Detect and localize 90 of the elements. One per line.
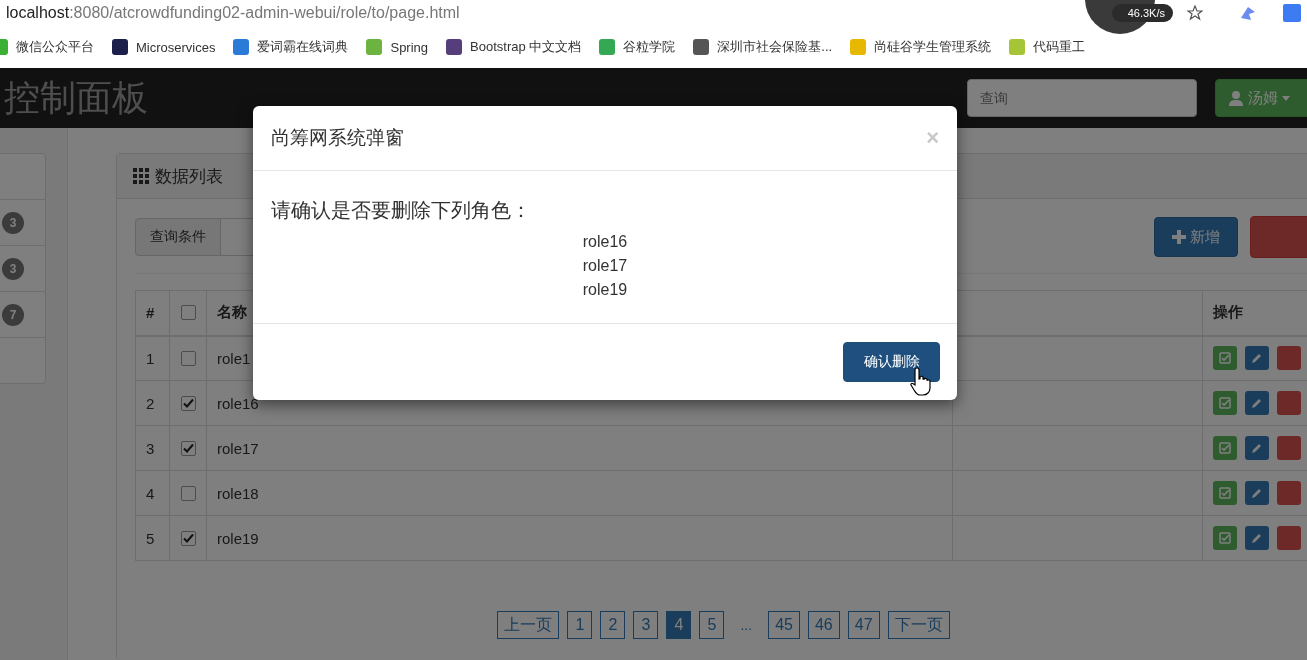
search-field[interactable]: 查询 [967,79,1197,117]
pencil-icon [1251,487,1263,499]
panel-title: 数据列表 [155,165,223,188]
column-header: 操作 [1202,290,1307,336]
table-cell: 3 [135,425,170,471]
count-badge: 3 [2,257,24,280]
bookmark-link[interactable]: 微信公众平台 [16,38,94,56]
star-icon[interactable] [1187,5,1203,21]
role-name: role17 [582,256,628,276]
edit-button[interactable] [1245,526,1269,550]
page-link[interactable]: 上一页 [497,611,560,639]
table-cell: 2 [135,380,170,426]
page-link[interactable]: 1 [567,611,593,639]
table-cell: role19 [206,515,953,561]
row-checkbox[interactable] [180,530,196,546]
close-button[interactable]: × [926,125,939,151]
page-link[interactable]: 下一页 [887,611,950,639]
checkbox-icon [1219,442,1231,454]
edit-button[interactable] [1245,436,1269,460]
query-label: 查询条件 [135,218,221,256]
checkbox-icon [1219,532,1231,544]
network-speed: 46.3K/s [1111,4,1173,22]
remove-button[interactable] [1277,391,1301,415]
check-button[interactable] [1213,346,1237,371]
grid-icon [133,168,149,184]
check-button[interactable] [1213,436,1237,460]
row-checkbox[interactable] [180,395,196,411]
bookmark-link[interactable]: 代码重工 [1033,38,1086,56]
pencil-icon [1251,442,1263,454]
pencil-icon [1251,532,1263,544]
page-link[interactable]: 45 [768,611,800,639]
row-checkbox[interactable] [180,350,196,366]
bookmark-link[interactable]: 谷粒学院 [623,38,676,56]
page-ellipsis: ... [739,617,754,633]
page-link[interactable]: 4 [666,611,692,639]
check-button[interactable] [1213,391,1237,415]
count-badge: 3 [2,211,24,234]
page-link[interactable]: 47 [847,611,880,639]
table-cell: role18 [206,470,953,516]
user-menu-button[interactable]: 汤姆 [1215,79,1307,117]
page-link[interactable]: 3 [633,611,659,639]
checkbox-icon [1219,352,1231,365]
table-cell: role17 [206,425,953,471]
pencil-icon [1251,352,1263,365]
checkmark-icon [181,396,195,410]
checkbox-icon [1219,397,1231,409]
checkmark-icon [181,441,195,455]
bookmark-link[interactable]: Bootstrap 中文文档 [470,38,582,56]
bookmark-link[interactable]: Spring [390,39,429,55]
check-button[interactable] [1213,526,1237,550]
remove-button[interactable] [1277,346,1301,371]
user-icon [1228,90,1244,106]
checkmark-icon [181,531,195,545]
edit-button[interactable] [1245,346,1269,371]
extension-icon[interactable] [1239,4,1257,22]
add-button[interactable]: 新增 [1154,217,1238,257]
table-cell: 4 [135,470,170,516]
brand-title: 控制面板 [4,75,149,120]
role-name: role16 [582,232,628,252]
bookmark-link[interactable]: 尚硅谷学生管理系统 [874,38,992,56]
checkbox-icon [1219,487,1231,499]
extension-icon[interactable] [1283,4,1301,22]
address-bar-url[interactable]: localhost:8080/atcrowdfunding02-admin-webui/role/to/page.html [6,4,460,22]
caret-icon [1282,95,1290,101]
column-header: # [135,290,170,336]
count-badge: 7 [2,303,24,326]
table-cell: 5 [135,515,170,561]
edit-button[interactable] [1245,391,1269,415]
confirm-message: 请确认是否要删除下列角色： [271,198,532,223]
bookmark-link[interactable]: 深圳市社会保险基... [717,38,833,56]
plus-icon [1172,230,1186,244]
bookmark-link[interactable]: Microservices [136,39,216,55]
row-checkbox[interactable] [180,485,196,501]
pencil-icon [1251,397,1263,409]
edit-button[interactable] [1245,481,1269,505]
bookmark-link[interactable]: 爱词霸在线词典 [257,38,349,56]
check-button[interactable] [1213,481,1237,505]
row-checkbox[interactable] [180,440,196,456]
select-all-checkbox[interactable] [180,305,196,321]
hand-cursor-icon [909,366,933,396]
dialog-title: 尚筹网系统弹窗 [271,126,405,150]
page-link[interactable]: 2 [600,611,626,639]
page-link[interactable]: 5 [699,611,725,639]
remove-button[interactable] [1277,436,1301,460]
role-name: role19 [582,280,628,300]
remove-button[interactable] [1277,481,1301,505]
table-cell: 1 [135,335,170,381]
confirm-delete-button[interactable]: 确认删除 [843,342,940,382]
remove-button[interactable] [1277,526,1301,550]
page-link[interactable]: 46 [807,611,840,639]
